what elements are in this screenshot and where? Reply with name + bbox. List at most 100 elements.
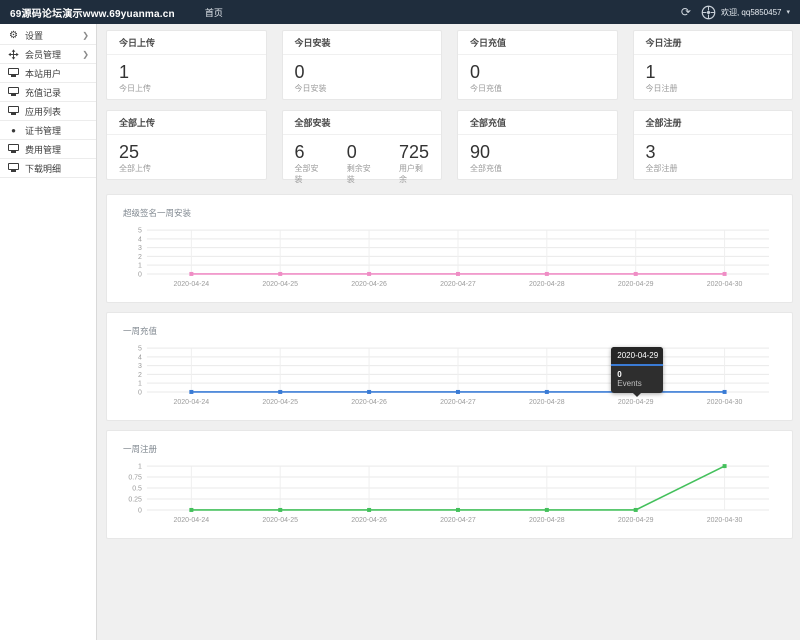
stat-value: 1 bbox=[646, 62, 678, 82]
navbar-right: ⟳ 欢迎, qq5850457 ▾ bbox=[681, 5, 790, 20]
svg-text:2020-04-28: 2020-04-28 bbox=[529, 281, 565, 288]
stat: 1今日上传 bbox=[119, 62, 151, 94]
stat-value: 0 bbox=[295, 62, 327, 82]
stat-label: 全部上传 bbox=[119, 163, 151, 174]
stat-label: 今日充值 bbox=[470, 83, 502, 94]
stat-card: 今日安装 0今日安装 bbox=[282, 30, 443, 100]
svg-text:2020-04-27: 2020-04-27 bbox=[440, 281, 476, 288]
chart-title: 一周注册 bbox=[123, 443, 776, 455]
stat-label: 全部充值 bbox=[470, 163, 502, 174]
stat-value: 90 bbox=[470, 142, 502, 162]
chevron-right-icon: ❯ bbox=[82, 31, 89, 40]
user-avatar-icon bbox=[701, 5, 716, 20]
svg-text:2020-04-28: 2020-04-28 bbox=[529, 517, 565, 524]
tooltip-date: 2020-04-29 bbox=[611, 347, 663, 366]
stat: 3全部注册 bbox=[646, 142, 678, 174]
stat-card: 今日充值 0今日充值 bbox=[457, 30, 618, 100]
stat-label: 今日安装 bbox=[295, 83, 327, 94]
svg-text:2020-04-26: 2020-04-26 bbox=[351, 517, 387, 524]
sidebar-item[interactable]: ● 证书管理 bbox=[0, 121, 96, 140]
gears-icon: ⚙ bbox=[7, 30, 20, 41]
svg-text:0: 0 bbox=[138, 389, 142, 396]
refresh-icon[interactable]: ⟳ bbox=[681, 6, 691, 18]
user-menu[interactable]: 欢迎, qq5850457 ▾ bbox=[701, 5, 790, 20]
stat-value: 6 bbox=[295, 142, 319, 162]
stat: 725用户剩余 bbox=[399, 142, 429, 185]
sidebar-item[interactable]: ⚙ 设置 ❯ bbox=[0, 26, 96, 45]
desktop-icon bbox=[7, 68, 20, 78]
svg-text:4: 4 bbox=[138, 236, 142, 243]
stat: 0今日安装 bbox=[295, 62, 327, 94]
stat-card: 今日注册 1今日注册 bbox=[633, 30, 794, 100]
stat: 90全部充值 bbox=[470, 142, 502, 174]
svg-text:1: 1 bbox=[138, 263, 142, 270]
stat-card-title: 今日充值 bbox=[458, 31, 617, 55]
svg-text:2020-04-29: 2020-04-29 bbox=[618, 517, 654, 524]
main-content: 今日上传 1今日上传 今日安装 0今日安装 今日充值 0今日充值 今日注册 1今… bbox=[97, 24, 800, 640]
svg-text:2020-04-29: 2020-04-29 bbox=[618, 281, 654, 288]
stat-card-title: 今日注册 bbox=[634, 31, 793, 55]
stat-card: 全部安装 6全部安装0剩余安装725用户剩余 bbox=[282, 110, 443, 180]
stat-label: 今日上传 bbox=[119, 83, 151, 94]
desktop-icon bbox=[7, 87, 20, 97]
desktop-icon bbox=[7, 106, 20, 116]
svg-text:2020-04-26: 2020-04-26 bbox=[351, 399, 387, 406]
sidebar-item[interactable]: 充值记录 bbox=[0, 83, 96, 102]
welcome-text: 欢迎, qq5850457 bbox=[721, 7, 782, 18]
stat-value: 1 bbox=[119, 62, 151, 82]
stat-card: 今日上传 1今日上传 bbox=[106, 30, 267, 100]
stat-card-title: 今日安装 bbox=[283, 31, 442, 55]
weekly-recharge-chart-panel: 一周充值 0123452020-04-242020-04-252020-04-2… bbox=[106, 312, 793, 421]
sidebar-item[interactable]: 应用列表 bbox=[0, 102, 96, 121]
stat-card: 全部上传 25全部上传 bbox=[106, 110, 267, 180]
sidebar-item[interactable]: 费用管理 bbox=[0, 140, 96, 159]
svg-text:2020-04-25: 2020-04-25 bbox=[262, 399, 298, 406]
svg-text:2020-04-27: 2020-04-27 bbox=[440, 399, 476, 406]
weekly-recharge-chart: 0123452020-04-242020-04-252020-04-262020… bbox=[123, 344, 776, 408]
sidebar-item[interactable]: 会员管理 ❯ bbox=[0, 45, 96, 64]
svg-text:2020-04-25: 2020-04-25 bbox=[262, 281, 298, 288]
svg-text:0.25: 0.25 bbox=[128, 496, 142, 503]
stat-label: 剩余安装 bbox=[347, 163, 371, 185]
stat-card-title: 全部充值 bbox=[458, 111, 617, 135]
svg-text:2020-04-29: 2020-04-29 bbox=[618, 399, 654, 406]
svg-text:0.75: 0.75 bbox=[128, 475, 142, 482]
svg-text:2020-04-28: 2020-04-28 bbox=[529, 399, 565, 406]
brand-logo[interactable]: 69源码论坛演示www.69yuanma.cn bbox=[10, 5, 175, 20]
stat-card-title: 全部注册 bbox=[634, 111, 793, 135]
svg-text:0.5: 0.5 bbox=[132, 486, 142, 493]
svg-text:5: 5 bbox=[138, 346, 142, 353]
stat-cards-grid: 今日上传 1今日上传 今日安装 0今日安装 今日充值 0今日充值 今日注册 1今… bbox=[106, 30, 793, 180]
stat-value: 25 bbox=[119, 142, 151, 162]
svg-text:4: 4 bbox=[138, 354, 142, 361]
chevron-right-icon: ❯ bbox=[82, 50, 89, 59]
sidebar: ⚙ 设置 ❯ 会员管理 ❯ 本站用户 充值记录 应用列表 ● 证 bbox=[0, 24, 97, 640]
svg-text:2020-04-24: 2020-04-24 bbox=[174, 281, 210, 288]
stat-label: 用户剩余 bbox=[399, 163, 429, 185]
stat-card: 全部注册 3全部注册 bbox=[633, 110, 794, 180]
top-navbar: 69源码论坛演示www.69yuanma.cn 首页 ⟳ 欢迎, qq58504… bbox=[0, 0, 800, 24]
stat-value: 725 bbox=[399, 142, 429, 162]
sidebar-item[interactable]: 下载明细 bbox=[0, 159, 96, 178]
svg-text:2020-04-25: 2020-04-25 bbox=[262, 517, 298, 524]
svg-text:2020-04-24: 2020-04-24 bbox=[174, 399, 210, 406]
svg-text:0: 0 bbox=[138, 507, 142, 514]
weekly-register-chart: 00.250.50.7512020-04-242020-04-252020-04… bbox=[123, 462, 776, 526]
svg-text:2020-04-30: 2020-04-30 bbox=[707, 281, 743, 288]
svg-text:2020-04-26: 2020-04-26 bbox=[351, 281, 387, 288]
nav-item-home[interactable]: 首页 bbox=[199, 6, 229, 19]
stat: 1今日注册 bbox=[646, 62, 678, 94]
chart-title: 超级签名一周安装 bbox=[123, 207, 776, 219]
tooltip-label: Events bbox=[611, 379, 663, 393]
svg-text:2020-04-30: 2020-04-30 bbox=[707, 399, 743, 406]
stat-value: 3 bbox=[646, 142, 678, 162]
desktop-icon bbox=[7, 144, 20, 154]
stat-card: 全部充值 90全部充值 bbox=[457, 110, 618, 180]
sidebar-item[interactable]: 本站用户 bbox=[0, 64, 96, 83]
svg-text:2020-04-30: 2020-04-30 bbox=[707, 517, 743, 524]
stat-card-title: 今日上传 bbox=[107, 31, 266, 55]
svg-text:2020-04-27: 2020-04-27 bbox=[440, 517, 476, 524]
svg-text:2: 2 bbox=[138, 254, 142, 261]
tooltip-value: 0 bbox=[611, 366, 663, 379]
stat-label: 全部注册 bbox=[646, 163, 678, 174]
